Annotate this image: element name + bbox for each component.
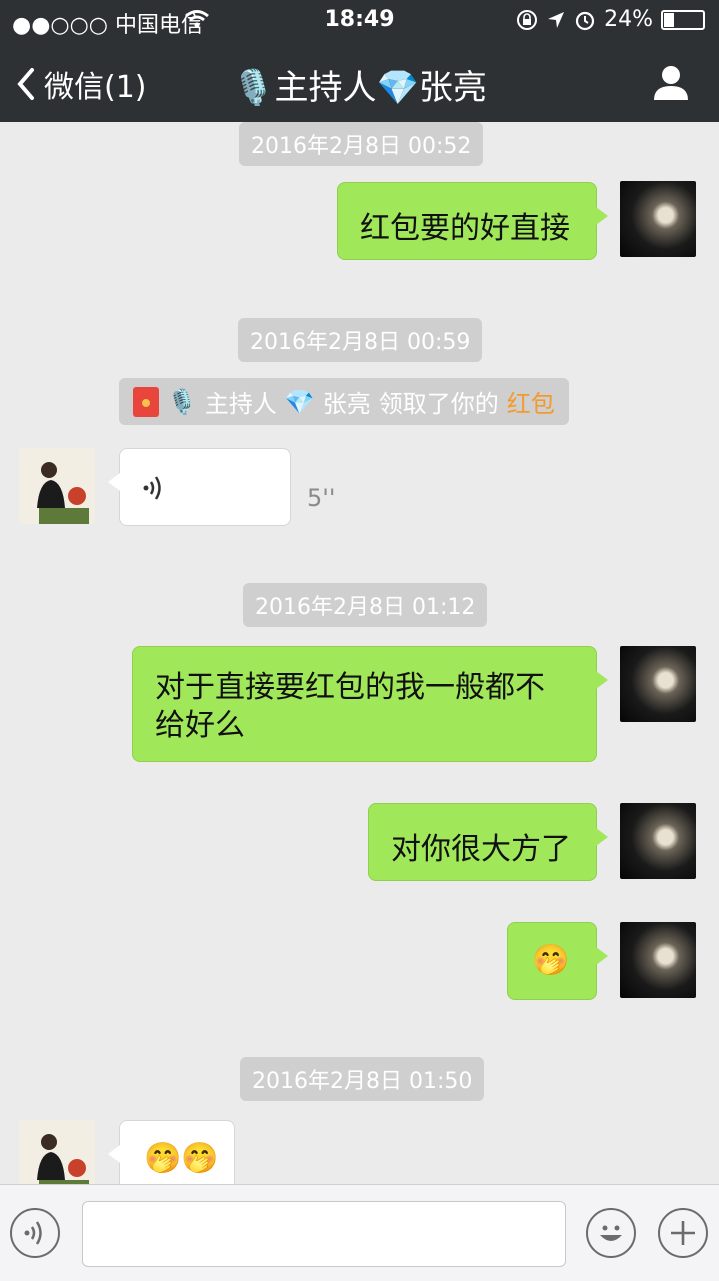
mic-emoji: 🎙️ <box>232 68 275 108</box>
avatar-self[interactable] <box>620 181 696 257</box>
mic-emoji: 🎙️ <box>167 387 197 416</box>
rotation-lock-icon <box>517 9 538 30</box>
message-bubble-sent[interactable]: 对于直接要红包的我一般都不给好么 <box>132 646 608 762</box>
chat-area[interactable]: 2016年2月8日 00:52 红包要的好直接 2016年2月8日 00:59 … <box>0 122 719 1184</box>
avatar-self[interactable] <box>620 922 696 998</box>
input-toolbar <box>0 1184 719 1281</box>
gem-emoji: 💎 <box>376 68 419 108</box>
status-bar: ●●○○○ 中国电信 18:49 24% <box>0 0 719 40</box>
system-name-a: 主持人 <box>204 390 277 418</box>
status-right: 24% <box>516 7 705 32</box>
system-text: 领取了你的 <box>378 390 499 418</box>
voice-duration: 5'' <box>307 484 336 512</box>
voice-input-button[interactable] <box>10 1208 60 1258</box>
message-text: 对你很大方了 <box>391 832 571 867</box>
emoji-icon <box>600 1225 622 1241</box>
red-packet-icon <box>133 386 159 417</box>
message-bubble-sent[interactable]: 对你很大方了 <box>368 803 608 881</box>
voice-message-bubble[interactable] <box>108 448 291 526</box>
message-bubble-sent[interactable]: 红包要的好直接 <box>337 182 608 260</box>
message-emoji: 🤭 <box>532 943 570 978</box>
voice-input-icon <box>24 1221 42 1245</box>
nav-bar: 微信(1) 🎙️主持人💎张亮 <box>0 40 719 122</box>
avatar-contact[interactable] <box>19 448 95 524</box>
user-profile-icon[interactable] <box>651 62 691 102</box>
title-name-a: 主持人 <box>274 68 377 108</box>
chat-title: 🎙️主持人💎张亮 <box>0 60 719 109</box>
avatar-contact[interactable] <box>19 1120 95 1184</box>
avatar-self[interactable] <box>620 803 696 879</box>
contact-photo <box>19 1120 95 1184</box>
timestamp: 2016年2月8日 00:52 <box>239 122 484 166</box>
message-emoji: 🤭🤭 <box>144 1141 219 1176</box>
timestamp: 2016年2月8日 00:59 <box>238 318 483 362</box>
battery-icon <box>661 9 705 30</box>
timestamp: 2016年2月8日 01:12 <box>243 583 488 627</box>
message-bubble-received[interactable]: 🤭🤭 <box>108 1120 235 1184</box>
emoji-button[interactable] <box>586 1208 636 1258</box>
system-message-red-packet: 🎙️ 主持人 💎 张亮 领取了你的 红包 <box>119 378 569 425</box>
message-bubble-sent[interactable]: 🤭 <box>507 922 608 1000</box>
message-input[interactable] <box>82 1201 566 1267</box>
timestamp: 2016年2月8日 01:50 <box>240 1057 485 1101</box>
alarm-icon <box>575 11 595 30</box>
voice-wave-icon <box>143 476 161 500</box>
red-packet-link[interactable]: 红包 <box>507 384 555 419</box>
contact-photo <box>19 448 95 524</box>
avatar-self[interactable] <box>620 646 696 722</box>
battery-percent: 24% <box>604 7 653 32</box>
gem-emoji: 💎 <box>284 387 315 416</box>
more-functions-button[interactable] <box>658 1208 708 1258</box>
system-name-b: 张亮 <box>322 390 371 418</box>
title-name-b: 张亮 <box>418 68 487 108</box>
message-text: 对于直接要红包的我一般都不给好么 <box>155 670 545 743</box>
plus-icon <box>671 1221 695 1245</box>
message-text: 红包要的好直接 <box>360 211 570 246</box>
location-arrow-icon <box>548 11 565 28</box>
